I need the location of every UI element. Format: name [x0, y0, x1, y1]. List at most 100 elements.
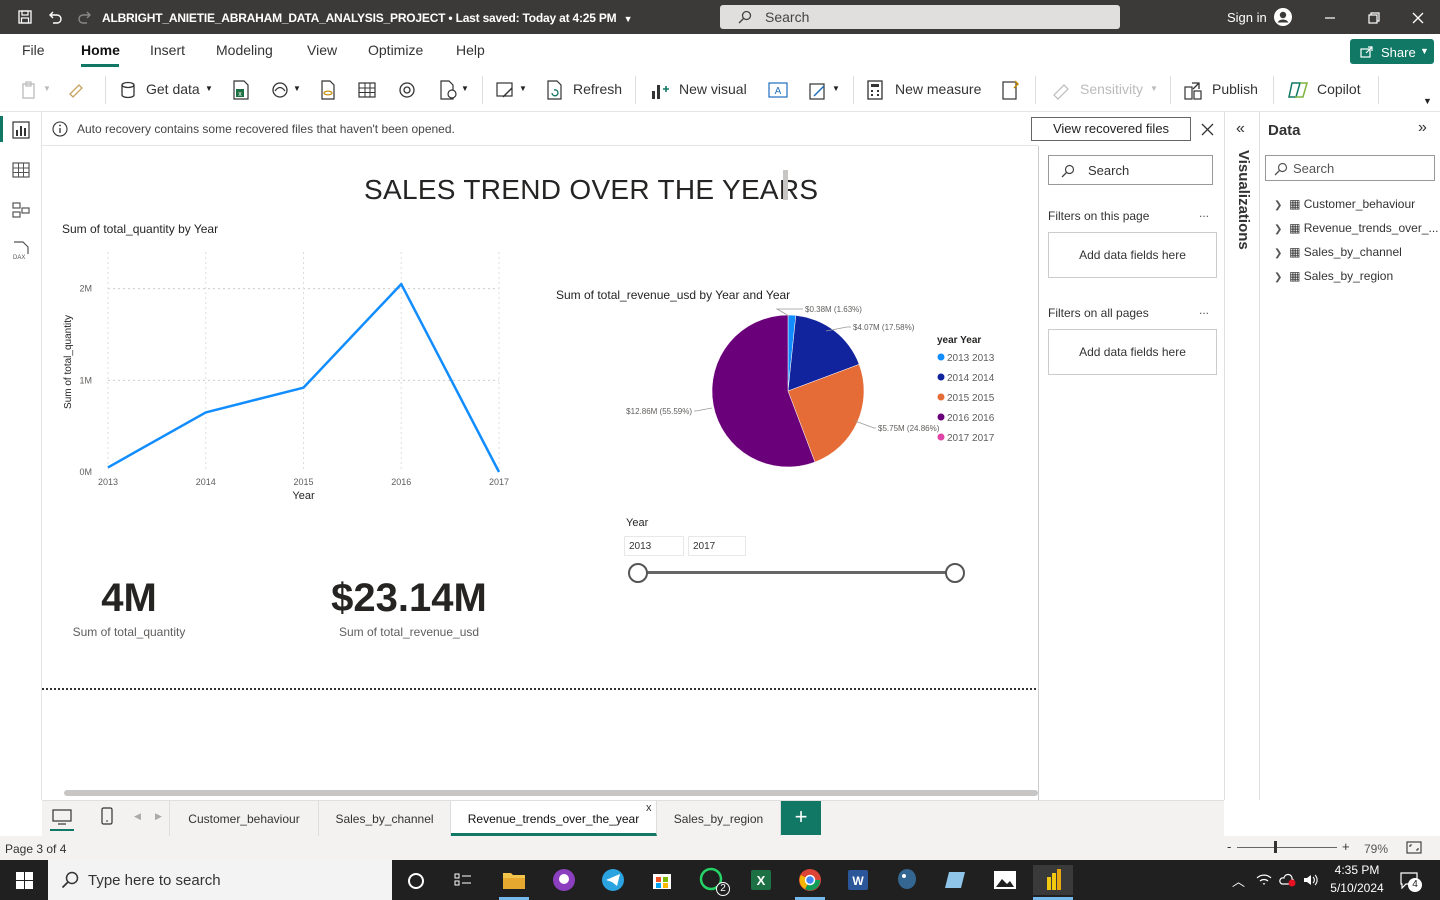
- word-icon[interactable]: W: [843, 865, 873, 895]
- menu-optimize[interactable]: Optimize: [368, 42, 423, 58]
- report-view-icon[interactable]: [12, 121, 30, 139]
- horizontal-scrollbar[interactable]: [64, 790, 1038, 796]
- mobile-layout-icon[interactable]: [101, 807, 113, 825]
- undo-icon[interactable]: [47, 9, 63, 25]
- postgresql-icon[interactable]: [892, 865, 922, 895]
- close-tab-icon[interactable]: x: [646, 802, 652, 814]
- microsoft-store-icon[interactable]: [647, 865, 677, 895]
- more-visuals-icon[interactable]: [808, 79, 828, 101]
- redo-icon[interactable]: [77, 9, 93, 25]
- get-data-button[interactable]: Get data: [146, 81, 200, 97]
- new-measure-button[interactable]: New measure: [895, 81, 981, 97]
- copilot-button[interactable]: Copilot: [1317, 81, 1361, 97]
- restore-icon[interactable]: [1368, 12, 1380, 24]
- menu-help[interactable]: Help: [456, 42, 485, 58]
- filters-search-input[interactable]: Search: [1048, 155, 1213, 185]
- copilot-icon[interactable]: [1287, 79, 1309, 101]
- pie-chart[interactable]: $0.38M (1.63%) $4.07M (17.58%) $5.75M (24.…: [552, 306, 1002, 496]
- publish-icon[interactable]: [1183, 79, 1203, 101]
- menu-view[interactable]: View: [307, 42, 337, 58]
- filters-all-drop-zone[interactable]: Add data fields here: [1048, 329, 1217, 375]
- slicer-track[interactable]: [637, 571, 955, 574]
- show-hidden-icons-icon[interactable]: ︿: [1232, 871, 1245, 890]
- menu-home[interactable]: Home: [81, 42, 120, 58]
- clock-time[interactable]: 4:35 PM: [1328, 863, 1386, 877]
- zoom-slider-thumb[interactable]: [1274, 841, 1277, 853]
- zoom-out-icon[interactable]: -: [1227, 839, 1231, 854]
- tab-sales-by-channel[interactable]: Sales_by_channel: [319, 801, 451, 836]
- recent-sources-icon[interactable]: [438, 79, 458, 101]
- quick-measure-icon[interactable]: [1000, 79, 1020, 101]
- taskbar-search-input[interactable]: Type here to search: [48, 860, 392, 900]
- refresh-icon[interactable]: [545, 79, 565, 101]
- excel-icon[interactable]: x: [231, 79, 251, 101]
- new-visual-icon[interactable]: [650, 79, 670, 101]
- clock-date[interactable]: 5/10/2024: [1326, 881, 1388, 895]
- chevron-down-icon[interactable]: ▼: [461, 84, 469, 93]
- collapse-ribbon-icon[interactable]: ▼: [1423, 96, 1432, 106]
- refresh-button[interactable]: Refresh: [573, 81, 622, 97]
- tab-revenue-trends[interactable]: Revenue_trends_over_the_year: [451, 801, 657, 836]
- wifi-icon[interactable]: [1256, 873, 1272, 887]
- share-button[interactable]: Share ▼: [1350, 39, 1434, 64]
- desktop-layout-icon[interactable]: [52, 809, 72, 825]
- tab-customer-behaviour[interactable]: Customer_behaviour: [169, 801, 319, 836]
- power-bi-icon[interactable]: [1033, 865, 1073, 895]
- tab-sales-by-region[interactable]: Sales_by_region: [657, 801, 781, 836]
- telegram-icon[interactable]: [598, 865, 628, 895]
- photos-icon[interactable]: [990, 865, 1020, 895]
- model-view-icon[interactable]: [12, 201, 30, 219]
- more-options-icon[interactable]: ...: [1199, 303, 1209, 317]
- paste-icon[interactable]: [20, 80, 40, 100]
- github-desktop-icon[interactable]: [549, 865, 579, 895]
- chevron-down-icon[interactable]: ▼: [293, 84, 301, 93]
- chevron-down-icon[interactable]: ▼: [43, 84, 51, 93]
- fit-to-page-icon[interactable]: [1406, 841, 1422, 854]
- collapse-pane-icon[interactable]: »: [1418, 119, 1427, 137]
- onelake-icon[interactable]: [270, 80, 290, 100]
- onedrive-icon[interactable]: [1279, 873, 1297, 887]
- chevron-down-icon[interactable]: ▼: [205, 84, 213, 93]
- table-view-icon[interactable]: [12, 161, 30, 179]
- add-page-button[interactable]: +: [781, 801, 821, 835]
- close-icon[interactable]: [1412, 12, 1424, 24]
- minimize-icon[interactable]: [1324, 12, 1336, 24]
- zoom-in-icon[interactable]: +: [1342, 839, 1350, 854]
- expand-pane-icon[interactable]: «: [1236, 120, 1245, 138]
- new-visual-button[interactable]: New visual: [679, 81, 747, 97]
- more-options-icon[interactable]: ...: [1199, 206, 1209, 220]
- save-icon[interactable]: [17, 9, 33, 25]
- chevron-down-icon[interactable]: ▼: [624, 14, 633, 24]
- cortana-icon[interactable]: [406, 871, 426, 891]
- filters-page-drop-zone[interactable]: Add data fields here: [1048, 232, 1217, 278]
- text-box-icon[interactable]: A: [767, 80, 789, 100]
- slicer-start-handle[interactable]: [628, 563, 648, 583]
- task-view-icon[interactable]: [454, 871, 474, 889]
- data-search-input[interactable]: Search: [1265, 155, 1435, 181]
- data-table-item[interactable]: ❯ ▦ Sales_by_region: [1274, 269, 1440, 283]
- global-search[interactable]: Search: [720, 5, 1120, 29]
- data-table-item[interactable]: ❯ ▦ Revenue_trends_over_...: [1274, 221, 1440, 235]
- menu-modeling[interactable]: Modeling: [216, 42, 273, 58]
- scroll-tabs-right-icon[interactable]: ▶: [155, 811, 162, 822]
- scroll-tabs-left-icon[interactable]: ◀: [134, 811, 141, 822]
- database-icon[interactable]: [118, 80, 138, 100]
- publish-button[interactable]: Publish: [1212, 81, 1258, 97]
- visualizations-pane-collapsed[interactable]: « Visualizations: [1224, 112, 1260, 800]
- account-icon[interactable]: [1273, 7, 1293, 27]
- chrome-icon[interactable]: [795, 865, 825, 895]
- close-icon[interactable]: [1201, 123, 1214, 136]
- dax-query-view-icon[interactable]: DAX: [12, 241, 30, 261]
- sign-in-button[interactable]: Sign in: [1227, 10, 1267, 25]
- line-chart[interactable]: 0M 1M 2M 2013 2014 2015 2016 2017 Year Sum of tot…: [57, 242, 527, 507]
- transform-data-icon[interactable]: [495, 80, 515, 100]
- slicer-end-handle[interactable]: [945, 563, 965, 583]
- menu-file[interactable]: File: [22, 42, 45, 58]
- format-painter-icon[interactable]: [67, 80, 87, 100]
- data-table-item[interactable]: ❯ ▦ Customer_behaviour: [1274, 197, 1440, 211]
- chevron-down-icon[interactable]: ▼: [519, 84, 527, 93]
- document-title[interactable]: ALBRIGHT_ANIETIE_ABRAHAM_DATA_ANALYSIS_P…: [102, 11, 633, 25]
- calculator-icon[interactable]: [866, 79, 884, 101]
- menu-insert[interactable]: Insert: [150, 42, 185, 58]
- data-table-item[interactable]: ❯ ▦ Sales_by_channel: [1274, 245, 1440, 259]
